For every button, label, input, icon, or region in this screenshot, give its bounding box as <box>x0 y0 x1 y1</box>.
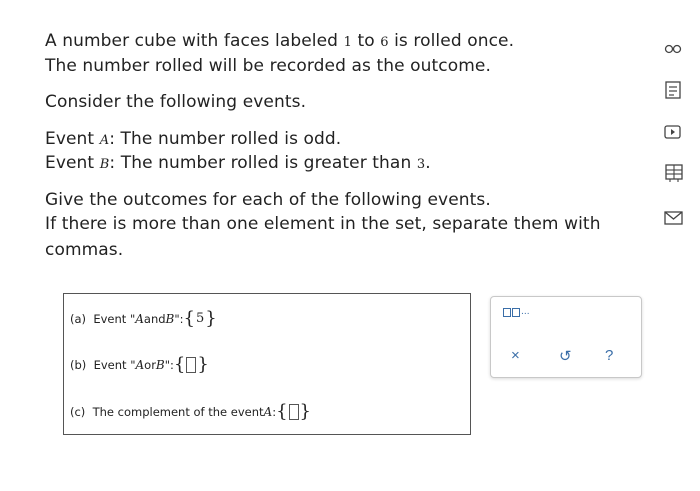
problem-line-2: The number rolled will be recorded as th… <box>45 56 491 76</box>
problem-line-3: Consider the following events. <box>45 92 307 112</box>
box-icon <box>503 307 511 317</box>
problem-line-1: A number cube with faces labeled 1 to 6 … <box>45 31 515 51</box>
right-brace: } <box>197 354 209 375</box>
clear-button[interactable]: × <box>511 347 520 364</box>
right-brace: } <box>299 401 311 422</box>
left-brace: { <box>276 401 288 422</box>
box-icon <box>512 307 520 317</box>
instruction-line-2: If there is more than one element in the… <box>45 214 601 234</box>
infinity-icon[interactable] <box>664 40 682 59</box>
instruction-line-3: commas. <box>45 240 124 260</box>
answer-panel: (a) Event " A and B ": {5} (b) Event " A or… <box>63 293 471 435</box>
set-template-button[interactable]: ... <box>503 307 530 317</box>
data-table-icon[interactable] <box>664 163 684 187</box>
event-a-definition: Event A: The number rolled is odd. <box>45 129 342 149</box>
part-b: (b) Event " A or B ": {} <box>70 354 209 375</box>
mail-icon[interactable] <box>664 210 684 230</box>
help-button[interactable]: ? <box>605 347 613 364</box>
answer-b-input[interactable] <box>186 356 197 373</box>
instruction-line-1: Give the outcomes for each of the follow… <box>45 190 491 210</box>
answer-c-input[interactable] <box>288 403 299 420</box>
undo-button[interactable]: ↺ <box>559 347 572 365</box>
number-6: 6 <box>380 35 389 50</box>
answer-a-input[interactable]: 5 <box>195 311 205 326</box>
math-tool-palette: ... × ↺ ? <box>490 296 642 378</box>
part-a: (a) Event " A and B ": {5} <box>70 308 217 329</box>
number-1: 1 <box>343 35 352 50</box>
right-brace: } <box>205 308 217 329</box>
part-c: (c) The complement of the event A: {} <box>70 401 311 422</box>
left-brace: { <box>173 354 186 375</box>
calculator-document-icon[interactable] <box>664 80 684 104</box>
video-play-icon[interactable] <box>664 124 682 144</box>
left-brace: { <box>183 308 195 329</box>
event-b-definition: Event B: The number rolled is greater th… <box>45 153 431 173</box>
